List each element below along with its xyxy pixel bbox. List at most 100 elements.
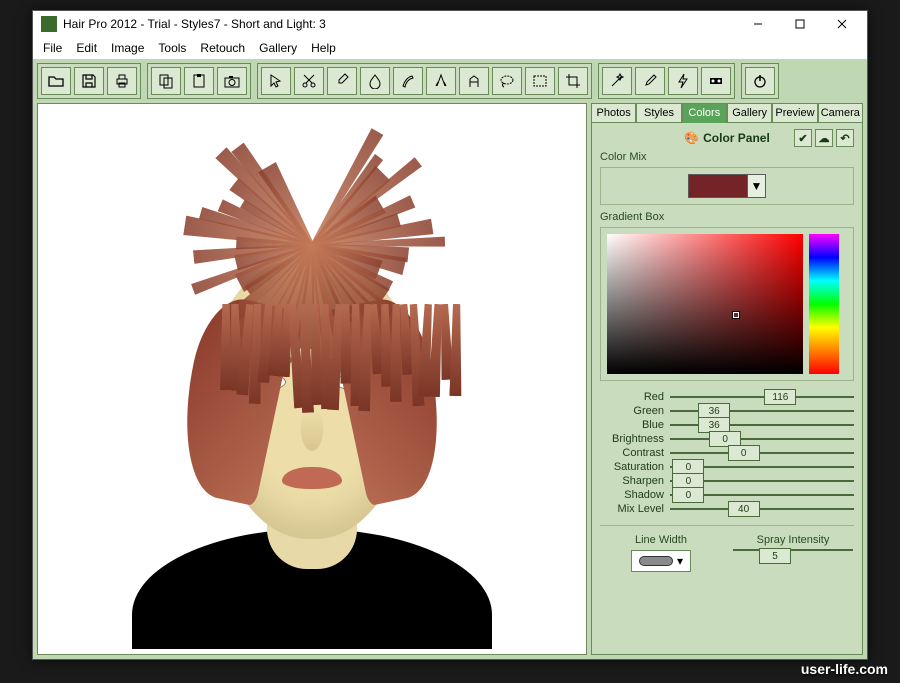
- slider-brightness[interactable]: 0: [670, 433, 854, 445]
- palette-icon: 🎨: [684, 131, 699, 145]
- color-mix-group: ▼: [600, 167, 854, 205]
- slider-label-mix: Mix Level: [600, 503, 664, 515]
- tab-preview[interactable]: Preview: [772, 103, 817, 123]
- smudge-tool[interactable]: [393, 67, 423, 95]
- panel-undo-button[interactable]: ↶: [836, 129, 854, 147]
- menubar: File Edit Image Tools Retouch Gallery He…: [33, 37, 867, 59]
- marquee-tool[interactable]: [525, 67, 555, 95]
- color-panel: 🎨 Color Panel ✔ ☁ ↶ Color Mix ▼: [591, 123, 863, 655]
- tab-colors[interactable]: Colors: [682, 103, 727, 123]
- toolbar-group-power: [741, 63, 779, 99]
- photo-canvas: [97, 109, 527, 649]
- slider-row-saturation: Saturation 0: [600, 461, 854, 473]
- menu-help[interactable]: Help: [305, 39, 342, 57]
- line-width-preview-icon: [639, 556, 673, 566]
- slider-row-blue: Blue 36: [600, 419, 854, 431]
- slider-mix[interactable]: 40: [670, 503, 854, 515]
- slider-label-shadow: Shadow: [600, 489, 664, 501]
- menu-edit[interactable]: Edit: [70, 39, 103, 57]
- slider-label-saturation: Saturation: [600, 461, 664, 473]
- paste-button[interactable]: [184, 67, 214, 95]
- menu-gallery[interactable]: Gallery: [253, 39, 303, 57]
- portrait-eye: [252, 374, 286, 390]
- print-button[interactable]: [107, 67, 137, 95]
- slider-sharpen[interactable]: 0: [670, 475, 854, 487]
- app-body: Photos Styles Colors Gallery Preview Cam…: [33, 59, 867, 659]
- blur-tool[interactable]: [360, 67, 390, 95]
- panel-check-button[interactable]: ✔: [794, 129, 812, 147]
- panel-title: 🎨 Color Panel ✔ ☁ ↶: [600, 129, 854, 145]
- sliders: Red116 Green36 Blue 36 Brightness0 Contrast0 S…: [600, 391, 854, 515]
- app-window: Hair Pro 2012 - Trial - Styles7 - Short …: [32, 10, 868, 660]
- brush-tool[interactable]: [635, 67, 665, 95]
- canvas-area[interactable]: [37, 103, 587, 655]
- toolbar-group-tools: [257, 63, 592, 99]
- sharpen-tool[interactable]: [426, 67, 456, 95]
- slider-saturation[interactable]: 0: [670, 461, 854, 473]
- copy-button[interactable]: [151, 67, 181, 95]
- color-mix-label: Color Mix: [600, 151, 854, 163]
- power-button[interactable]: [745, 67, 775, 95]
- slider-green[interactable]: 36: [670, 405, 854, 417]
- crop-tool[interactable]: [558, 67, 588, 95]
- camera-button[interactable]: [217, 67, 247, 95]
- sv-picker[interactable]: [607, 234, 803, 374]
- panel-title-text: Color Panel: [703, 131, 770, 145]
- spray-intensity-label: Spray Intensity: [757, 534, 830, 546]
- color-swatch-dropdown[interactable]: ▼: [748, 174, 766, 198]
- tab-gallery[interactable]: Gallery: [727, 103, 772, 123]
- toolbar: [37, 63, 863, 99]
- panel-tabs: Photos Styles Colors Gallery Preview Cam…: [591, 103, 863, 123]
- save-button[interactable]: [74, 67, 104, 95]
- line-width-select[interactable]: ▾: [631, 550, 691, 572]
- slider-row-brightness: Brightness0: [600, 433, 854, 445]
- wand-tool[interactable]: [602, 67, 632, 95]
- window-title: Hair Pro 2012 - Trial - Styles7 - Short …: [63, 17, 737, 31]
- slider-row-contrast: Contrast0: [600, 447, 854, 459]
- tab-photos[interactable]: Photos: [591, 103, 636, 123]
- portrait-nose: [301, 409, 323, 451]
- cut-tool[interactable]: [294, 67, 324, 95]
- menu-file[interactable]: File: [37, 39, 68, 57]
- slider-shadow[interactable]: 0: [670, 489, 854, 501]
- chevron-down-icon: ▾: [677, 554, 683, 568]
- clone-tool[interactable]: [459, 67, 489, 95]
- slider-red[interactable]: 116: [670, 391, 854, 403]
- tab-styles[interactable]: Styles: [636, 103, 681, 123]
- slider-row-shadow: Shadow 0: [600, 489, 854, 501]
- flash-tool[interactable]: [668, 67, 698, 95]
- tab-camera[interactable]: Camera: [818, 103, 863, 123]
- tape-tool[interactable]: [701, 67, 731, 95]
- eyedropper-tool[interactable]: [327, 67, 357, 95]
- spray-intensity-thumb[interactable]: 5: [759, 548, 791, 564]
- hue-picker[interactable]: [809, 234, 839, 374]
- close-button[interactable]: [821, 12, 863, 36]
- menu-tools[interactable]: Tools: [152, 39, 192, 57]
- app-icon: [41, 16, 57, 32]
- gradient-group: [600, 227, 854, 381]
- line-width-label: Line Width: [635, 534, 687, 546]
- slider-row-green: Green36: [600, 405, 854, 417]
- slider-row-red: Red116: [600, 391, 854, 403]
- open-button[interactable]: [41, 67, 71, 95]
- slider-thumb-contrast[interactable]: 0: [728, 445, 760, 461]
- slider-thumb-mix[interactable]: 40: [728, 501, 760, 517]
- color-swatch[interactable]: [688, 174, 748, 198]
- slider-thumb-shadow[interactable]: 0: [672, 487, 704, 503]
- slider-label-blue: Blue: [600, 419, 664, 431]
- pointer-tool[interactable]: [261, 67, 291, 95]
- titlebar: Hair Pro 2012 - Trial - Styles7 - Short …: [33, 11, 867, 37]
- slider-contrast[interactable]: 0: [670, 447, 854, 459]
- slider-thumb-red[interactable]: 116: [764, 389, 796, 405]
- portrait-eye: [335, 374, 369, 390]
- workspace: Photos Styles Colors Gallery Preview Cam…: [37, 103, 863, 655]
- portrait-face: [212, 259, 412, 539]
- menu-retouch[interactable]: Retouch: [194, 39, 251, 57]
- minimize-button[interactable]: [737, 12, 779, 36]
- menu-image[interactable]: Image: [105, 39, 150, 57]
- maximize-button[interactable]: [779, 12, 821, 36]
- lasso-tool[interactable]: [492, 67, 522, 95]
- slider-blue[interactable]: 36: [670, 419, 854, 431]
- sv-cursor[interactable]: [733, 312, 739, 318]
- panel-cloud-button[interactable]: ☁: [815, 129, 833, 147]
